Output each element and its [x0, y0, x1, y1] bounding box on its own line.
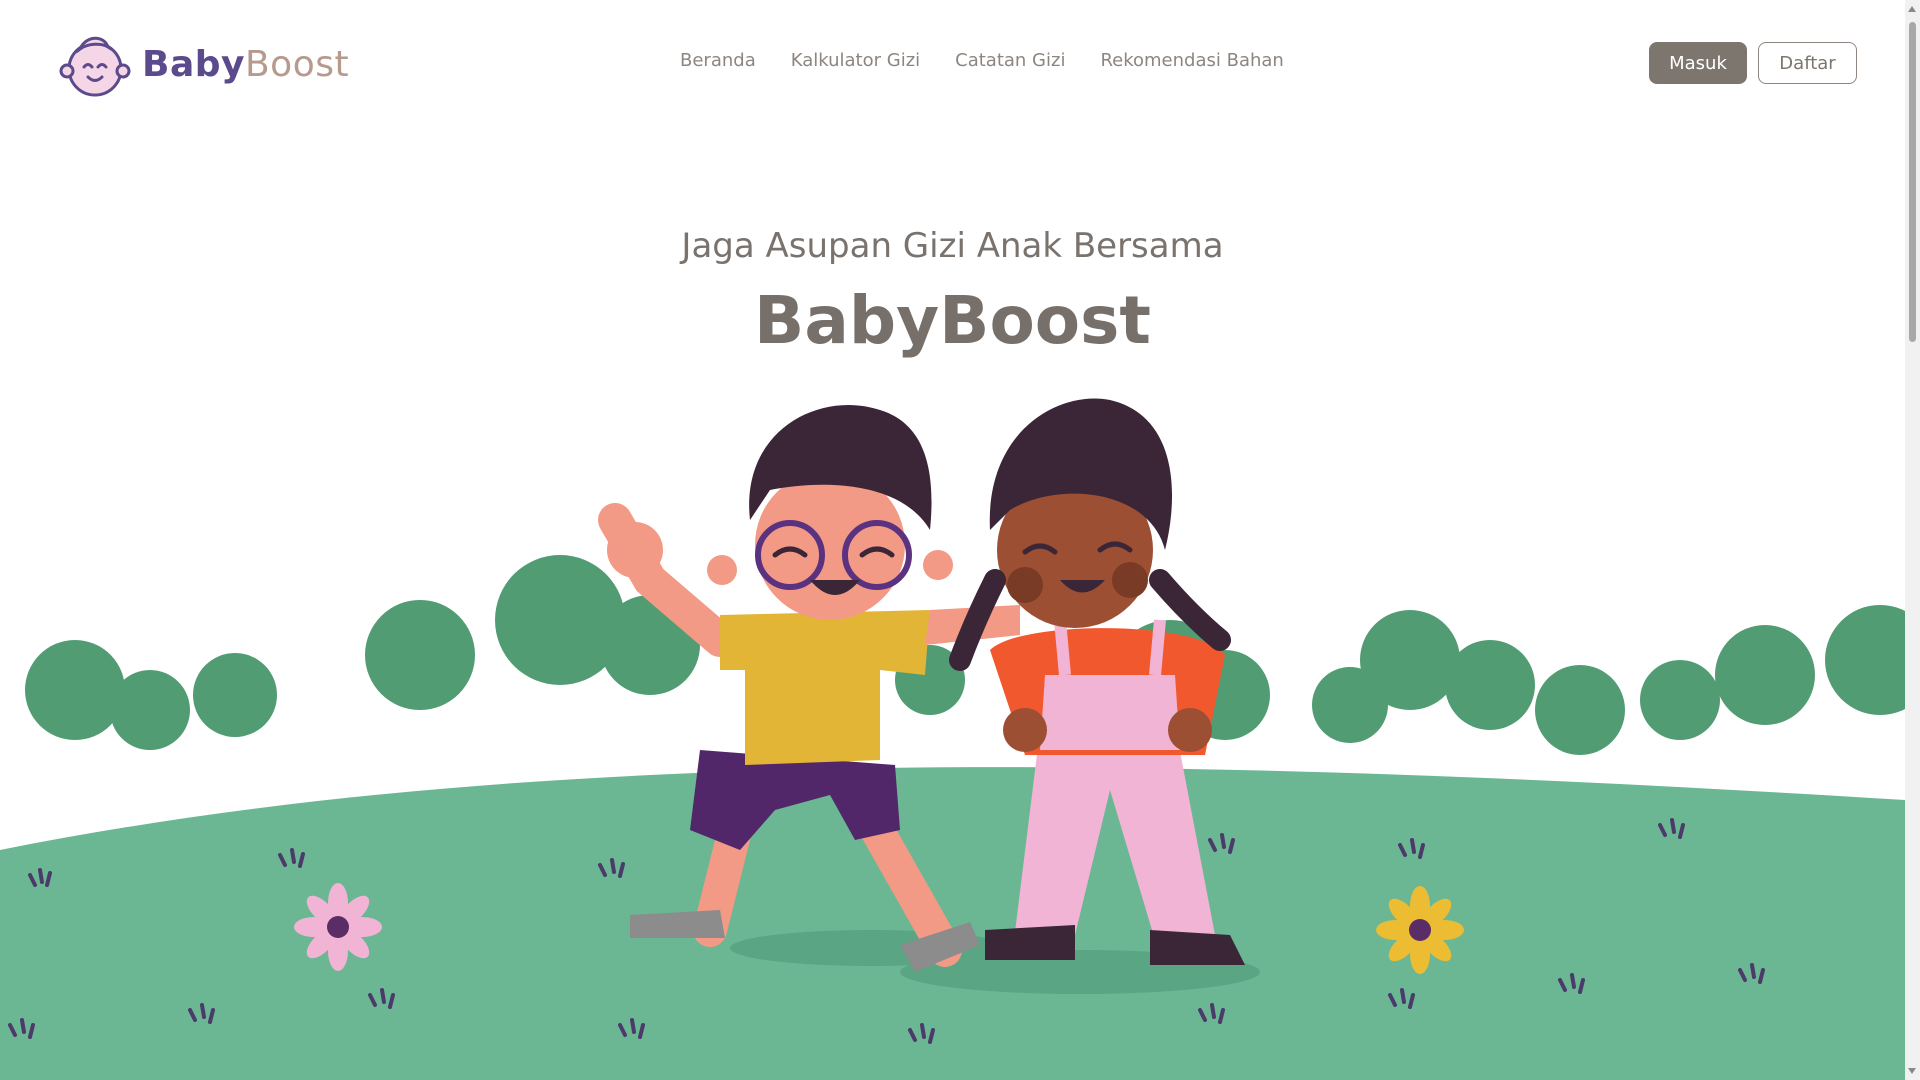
hero-title: BabyBoost — [754, 282, 1151, 359]
login-button[interactable]: Masuk — [1649, 42, 1747, 84]
brand-name-part1: Baby — [142, 43, 245, 85]
hero-subtitle: Jaga Asupan Gizi Anak Bersama — [681, 226, 1224, 266]
page-scrollbar[interactable] — [1905, 0, 1920, 1080]
scroll-up-icon[interactable] — [1908, 6, 1916, 12]
scroll-thumb[interactable] — [1909, 22, 1916, 342]
brand-name: BabyBoost — [142, 43, 350, 85]
site-header: BabyBoost Beranda Kalkulator Gizi Catata… — [0, 0, 1905, 130]
brand-logo[interactable]: BabyBoost — [58, 32, 349, 97]
nav-beranda[interactable]: Beranda — [680, 50, 756, 71]
main-nav: Beranda Kalkulator Gizi Catatan Gizi Rek… — [680, 50, 1284, 71]
nav-rekomendasi-bahan[interactable]: Rekomendasi Bahan — [1100, 50, 1283, 71]
nav-catatan-gizi[interactable]: Catatan Gizi — [955, 50, 1065, 71]
register-button[interactable]: Daftar — [1758, 42, 1857, 84]
grass-hill — [0, 767, 1905, 1080]
baby-face-icon — [59, 36, 131, 96]
brand-name-part2: Boost — [244, 43, 350, 85]
nav-kalkulator-gizi[interactable]: Kalkulator Gizi — [791, 50, 920, 71]
hero-illustration — [0, 398, 1905, 1080]
scroll-down-icon[interactable] — [1908, 1068, 1916, 1074]
